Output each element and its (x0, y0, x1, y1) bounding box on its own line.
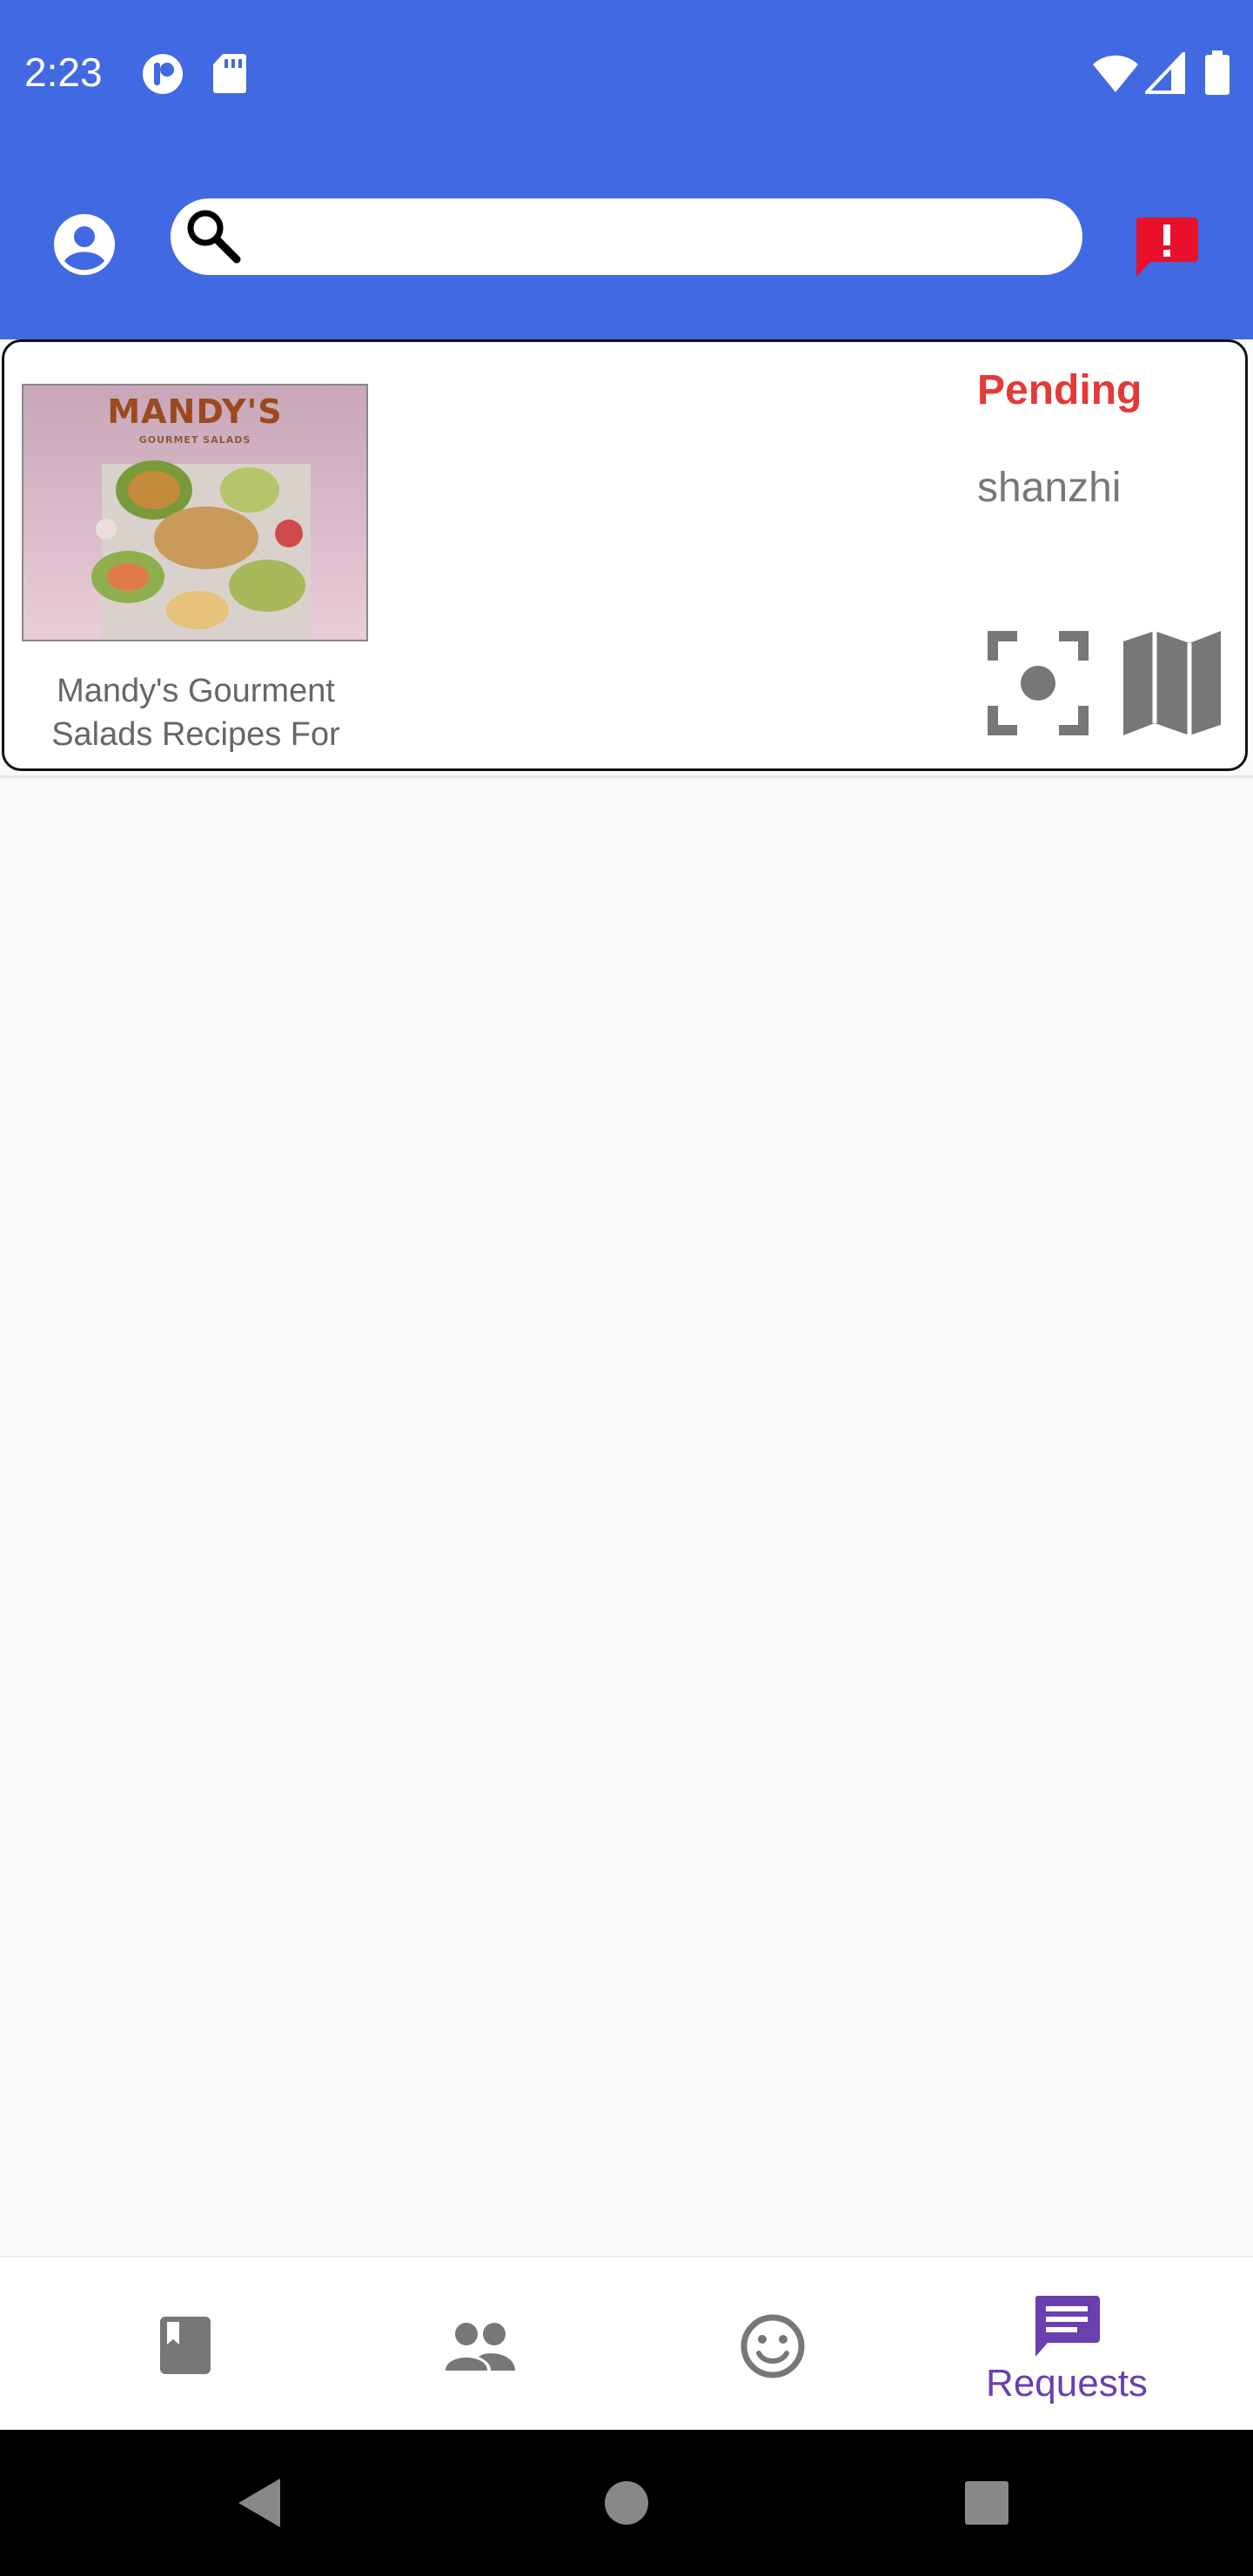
search-icon (187, 210, 241, 264)
list-divider (0, 775, 1253, 778)
search-input[interactable] (258, 211, 1062, 265)
status-time: 2:23 (24, 50, 103, 95)
people-icon (446, 2323, 515, 2371)
request-card[interactable]: MANDY'S GOURMET SALADS Mandy's Gourment … (2, 339, 1248, 771)
message-icon (1035, 2296, 1100, 2357)
app-notification-icon (143, 54, 183, 94)
nav-people[interactable] (332, 2257, 628, 2432)
owner-username: shanzhi (977, 465, 1122, 511)
app-bar (0, 148, 1253, 339)
book-icon (160, 2317, 211, 2374)
nav-social[interactable] (625, 2257, 921, 2432)
back-icon[interactable] (237, 2477, 282, 2529)
bottom-navigation: Requests (0, 2256, 1253, 2430)
battery-icon (1205, 50, 1230, 95)
signal-icon (1145, 52, 1185, 94)
scan-icon[interactable] (988, 629, 1089, 737)
status-bar: 2:23 (0, 0, 1253, 148)
home-icon[interactable] (604, 2480, 649, 2526)
nav-books[interactable] (38, 2257, 334, 2432)
book-cover-image: MANDY'S GOURMET SALADS (22, 384, 368, 641)
sd-card-icon (213, 54, 246, 93)
account-icon[interactable] (52, 212, 117, 277)
nav-requests-label: Requests (986, 2362, 1148, 2405)
search-bar[interactable] (171, 198, 1082, 275)
report-alert-icon[interactable] (1133, 216, 1199, 278)
wifi-icon (1093, 55, 1138, 92)
request-status: Pending (977, 367, 1142, 413)
map-icon[interactable] (1122, 629, 1223, 737)
book-title: Mandy's Gourment Salads Recipes For (51, 673, 340, 753)
nav-requests[interactable]: Requests (919, 2257, 1215, 2432)
system-navigation-bar (0, 2430, 1253, 2576)
recents-icon[interactable] (964, 2480, 1009, 2526)
smiley-icon (740, 2314, 805, 2378)
salad-photo (91, 460, 311, 638)
